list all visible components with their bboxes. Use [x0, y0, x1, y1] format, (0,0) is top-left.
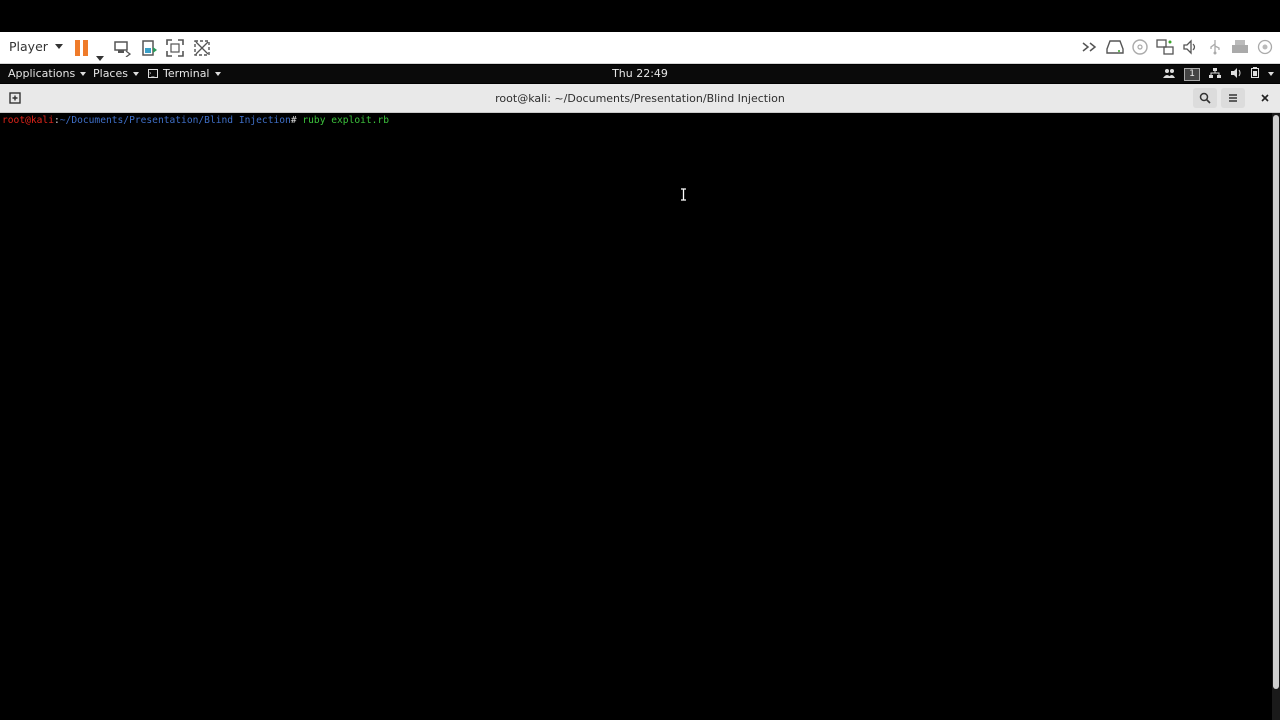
sound-card-icon[interactable]	[1181, 38, 1199, 56]
vm-player-toolbar: Player	[0, 32, 1280, 64]
network-adapter-icon[interactable]	[1156, 38, 1174, 56]
prompt-path: ~/Documents/Presentation/Blind Injection	[59, 115, 291, 126]
new-tab-button[interactable]	[6, 90, 24, 106]
unity-icon[interactable]	[193, 39, 211, 57]
terminal-output[interactable]: root@kali:~/Documents/Presentation/Blind…	[0, 113, 1272, 720]
applications-label: Applications	[8, 67, 76, 80]
clock[interactable]: Thu 22:49	[612, 67, 668, 80]
device-icons	[1081, 38, 1274, 56]
places-label: Places	[93, 67, 128, 80]
player-menu-button[interactable]: Player	[9, 39, 63, 54]
close-icon	[1261, 94, 1269, 102]
chevron-down-icon	[132, 71, 139, 76]
workspace-indicator[interactable]: 1	[1184, 67, 1200, 81]
prompt-user: root@kali	[2, 115, 54, 126]
printer-icon[interactable]	[1231, 38, 1249, 56]
chevron-down-icon[interactable]	[96, 46, 104, 61]
close-button[interactable]	[1253, 88, 1277, 108]
removable-devices-icon[interactable]	[140, 39, 158, 57]
chevron-down-icon	[80, 71, 87, 76]
player-menu-label: Player	[9, 39, 48, 54]
chevron-down-icon	[54, 44, 63, 49]
chevron-down-icon	[214, 71, 221, 76]
network-icon[interactable]	[1209, 67, 1221, 81]
terminal-icon: ›_	[148, 69, 158, 78]
scrollbar-thumb[interactable]	[1273, 115, 1279, 689]
window-title: root@kali: ~/Documents/Presentation/Blin…	[495, 92, 785, 105]
hamburger-menu-button[interactable]	[1221, 88, 1245, 108]
fullscreen-icon[interactable]	[166, 39, 184, 57]
volume-icon[interactable]	[1230, 67, 1242, 81]
terminal-scrollbar[interactable]	[1272, 113, 1280, 720]
pause-icon[interactable]	[75, 39, 93, 57]
terminal-app-label: Terminal	[163, 67, 210, 80]
display-icon[interactable]	[1256, 38, 1274, 56]
more-devices-icon[interactable]	[1081, 38, 1099, 56]
search-icon	[1199, 92, 1211, 104]
usb-icon[interactable]	[1206, 38, 1224, 56]
send-ctrl-alt-del-icon[interactable]	[113, 39, 132, 58]
hamburger-icon	[1229, 94, 1237, 102]
gnome-top-panel: Applications Places ›_ Terminal Thu 22:4…	[0, 65, 1280, 83]
terminal-app-menu[interactable]: ›_ Terminal	[148, 67, 221, 80]
prompt-line: root@kali:~/Documents/Presentation/Blind…	[2, 115, 389, 126]
text-cursor-icon	[680, 186, 687, 205]
places-menu[interactable]: Places	[93, 67, 139, 80]
terminal-header-bar: root@kali: ~/Documents/Presentation/Blin…	[0, 84, 1280, 113]
cd-dvd-icon[interactable]	[1131, 38, 1149, 56]
applications-menu[interactable]: Applications	[8, 67, 87, 80]
system-menu-chevron-icon[interactable]	[1268, 72, 1274, 76]
people-icon[interactable]	[1163, 68, 1176, 81]
new-tab-icon	[9, 92, 21, 104]
battery-icon[interactable]	[1251, 67, 1259, 81]
command-text: ruby exploit.rb	[302, 115, 390, 126]
hard-disk-icon[interactable]	[1106, 38, 1124, 56]
prompt-symbol: #	[290, 115, 297, 126]
letterbox-top	[0, 0, 1280, 32]
search-button[interactable]	[1193, 88, 1217, 108]
system-tray: 1	[1163, 67, 1274, 81]
